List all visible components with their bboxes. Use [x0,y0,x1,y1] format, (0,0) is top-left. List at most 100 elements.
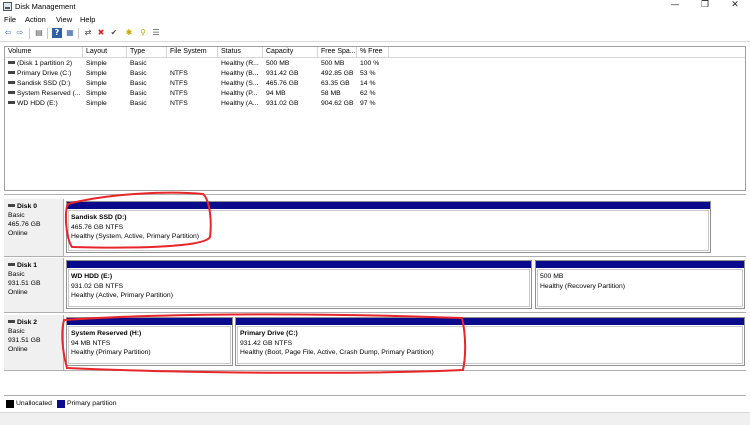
layout-cell: Simple [86,90,107,97]
volume-row[interactable]: Sandisk SSD (D:) Simple Basic NTFS Healt… [5,79,745,89]
partition-recovery[interactable]: 500 MB Healthy (Recovery Partition) [535,260,745,309]
primary-partition-swatch [57,400,65,408]
volume-list: Volume Layout Type File System Status Ca… [4,46,746,191]
close-button[interactable]: ✕ [720,0,750,12]
percent-free-cell: 97 % [360,100,376,107]
disk-icon [8,320,15,323]
column-header-status[interactable]: Status [218,47,263,58]
menu-view[interactable]: View [56,15,72,24]
menu-action[interactable]: Action [25,15,46,24]
menu-bar: File Action View Help [0,13,750,25]
toolbar-separator [47,28,48,39]
volume-icon [8,71,15,74]
primary-partition-bar [67,202,710,209]
percent-free-cell: 100 % [360,60,380,67]
column-header-volume[interactable]: Volume [5,47,83,58]
menu-file[interactable]: File [4,15,16,24]
menu-help[interactable]: Help [80,15,95,24]
file-system-cell: NTFS [170,70,188,77]
disk-type: Basic [8,212,25,219]
column-header-type[interactable]: Type [127,47,167,58]
column-header-file-system[interactable]: File System [167,47,218,58]
column-header-free-space[interactable]: Free Spa... [318,47,357,58]
partition-info: Primary Drive (C:) 931.42 GB NTFS Health… [237,326,743,364]
new-item-icon[interactable]: ✱ [124,28,134,38]
help-icon[interactable]: ? [52,28,62,38]
column-header-capacity[interactable]: Capacity [263,47,318,58]
connect-icon[interactable]: ⇄ [83,28,93,38]
capacity-cell: 931.42 GB [266,70,299,77]
disk-1-label[interactable]: Disk 1 Basic 931.51 GB Online [4,258,64,312]
volume-icon [8,81,15,84]
capacity-cell: 931.02 GB [266,100,299,107]
window-title: Disk Management [15,2,76,11]
check-icon[interactable]: ✔ [109,28,119,38]
volume-row[interactable]: (Disk 1 partition 2) Simple Basic Health… [5,59,745,69]
legend-unallocated: Unallocated [16,400,52,407]
volume-cell: (Disk 1 partition 2) [5,59,83,69]
toolbar-separator [78,28,79,39]
disk-size: 465.76 GB [8,221,41,228]
percent-free-cell: 53 % [360,70,376,77]
partition-primary-drive-c[interactable]: Primary Drive (C:) 931.42 GB NTFS Health… [235,317,745,366]
type-cell: Basic [130,60,147,67]
disk-management-app-icon [3,2,12,11]
capacity-cell: 500 MB [266,60,290,67]
back-arrow-icon[interactable]: ⇦ [3,28,13,38]
partition-wd-hdd-e[interactable]: WD HDD (E:) 931.02 GB NTFS Healthy (Acti… [66,260,532,309]
disk-2-label[interactable]: Disk 2 Basic 931.51 GB Online [4,315,64,370]
legend: Unallocated Primary partition [4,398,746,410]
volume-cell: Primary Drive (C:) [5,69,83,79]
layout-cell: Simple [86,60,107,67]
disk-state: Online [8,289,28,296]
layout-cell: Simple [86,100,107,107]
volume-cell: WD HDD (E:) [5,99,83,109]
minimize-button[interactable]: — [660,0,690,12]
percent-free-cell: 14 % [360,80,376,87]
disk-state: Online [8,346,28,353]
disk-0-label[interactable]: Disk 0 Basic 465.76 GB Online [4,199,64,256]
toolbar-separator [29,28,30,39]
restore-button[interactable]: ❐ [690,0,720,12]
column-header-filler [389,47,745,58]
properties-icon[interactable]: ☰ [151,28,161,38]
percent-free-cell: 62 % [360,90,376,97]
volume-row[interactable]: WD HDD (E:) Simple Basic NTFS Healthy (A… [5,99,745,109]
partition-system-reserved-h[interactable]: System Reserved (H:) 94 MB NTFS Healthy … [66,317,233,366]
status-cell: Healthy (A... [221,100,259,107]
type-cell: Basic [130,80,147,87]
disk-state: Online [8,230,28,237]
forward-arrow-icon[interactable]: ⇨ [15,28,25,38]
capacity-cell: 465.76 GB [266,80,299,87]
console-tree-icon[interactable]: ▤ [34,28,44,38]
partition-info: WD HDD (E:) 931.02 GB NTFS Healthy (Acti… [68,269,530,307]
capacity-cell: 94 MB [266,90,286,97]
volume-cell: System Reserved (... [5,89,83,99]
disk-row-2: Disk 2 Basic 931.51 GB Online System Res… [4,315,746,371]
free-space-cell: 58 MB [321,90,341,97]
file-system-cell: NTFS [170,80,188,87]
disk-graphical-view: Disk 0 Basic 465.76 GB Online Sandisk SS… [4,194,746,396]
volume-row[interactable]: System Reserved (... Simple Basic NTFS H… [5,89,745,99]
type-cell: Basic [130,100,147,107]
free-space-cell: 500 MB [321,60,345,67]
primary-partition-bar [67,261,531,268]
primary-partition-bar [236,318,744,325]
title-bar: Disk Management — ❐ ✕ [0,0,750,13]
layout-cell: Simple [86,70,107,77]
free-space-cell: 492.85 GB [321,70,354,77]
legend-primary-partition: Primary partition [67,400,117,407]
toolbar: ⇦ ⇨ ▤ ? ▦ ⇄ ✖ ✔ ✱ ⚲ ☰ [0,25,750,42]
file-system-cell: NTFS [170,100,188,107]
status-cell: Healthy (B... [221,70,259,77]
partition-sandisk-ssd-d[interactable]: Sandisk SSD (D:) 465.76 GB NTFS Healthy … [66,201,711,253]
column-header-layout[interactable]: Layout [83,47,127,58]
file-system-cell: NTFS [170,90,188,97]
volume-cell: Sandisk SSD (D:) [5,79,83,89]
volume-row[interactable]: Primary Drive (C:) Simple Basic NTFS Hea… [5,69,745,79]
list-view-icon[interactable]: ▦ [65,28,75,38]
column-header-percent-free[interactable]: % Free [357,47,389,58]
delete-icon[interactable]: ✖ [96,28,106,38]
primary-partition-bar [67,318,232,325]
search-icon[interactable]: ⚲ [138,28,148,38]
